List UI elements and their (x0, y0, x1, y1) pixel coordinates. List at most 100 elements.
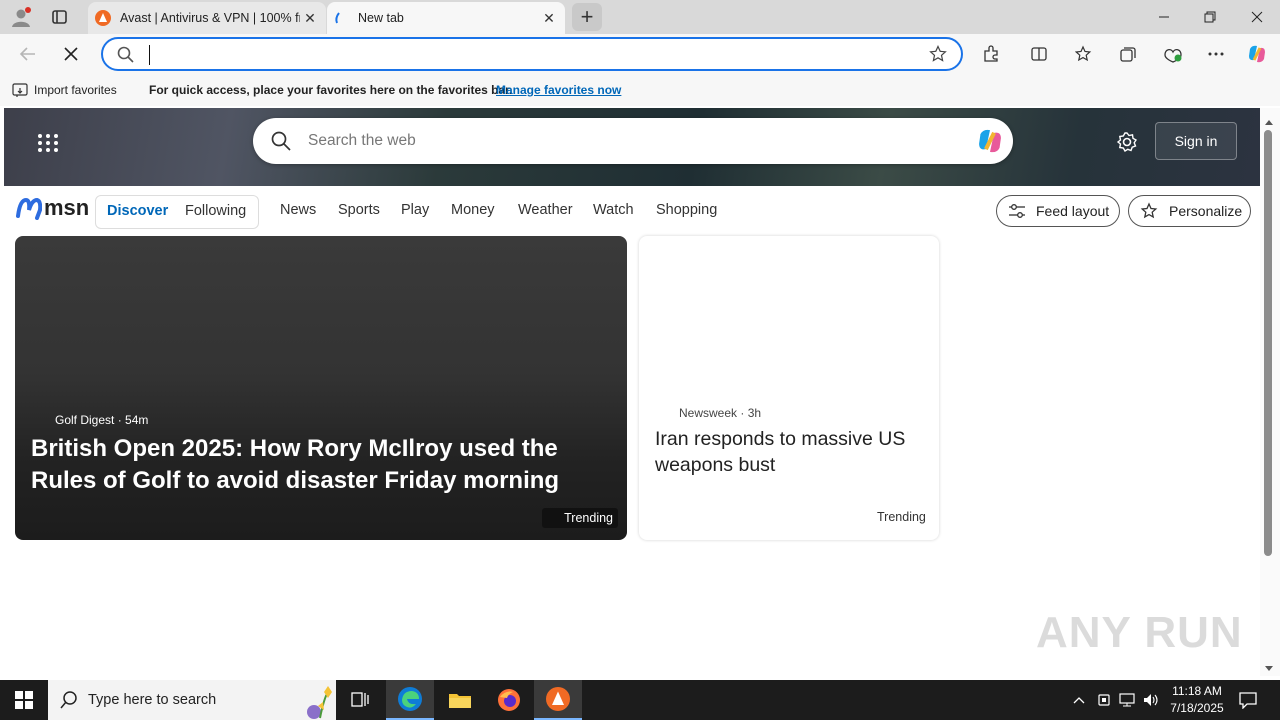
sliders-icon (1008, 203, 1026, 219)
close-window-button[interactable] (1234, 0, 1280, 34)
card-age: 54m (125, 413, 149, 427)
new-tab-button[interactable]: + (572, 3, 602, 31)
feed-segment-control: Discover Following (95, 195, 259, 229)
avast-favicon-icon (95, 10, 111, 26)
address-input[interactable] (149, 45, 899, 65)
hero-background: Search the web Sign in (4, 108, 1260, 186)
taskbar-search-input[interactable]: Type here to search (88, 692, 216, 708)
card-age: 3h (747, 406, 762, 420)
trending-label: Trending (564, 511, 613, 525)
task-view-icon[interactable] (336, 680, 384, 720)
nav-shopping[interactable]: Shopping (656, 202, 717, 218)
card-age-separator: · (117, 413, 126, 427)
personalize-label: Personalize (1169, 203, 1243, 219)
apps-launcher-icon[interactable] (37, 132, 59, 159)
watermark-text: ANY RUN (1036, 608, 1243, 657)
copilot-search-icon[interactable] (975, 126, 1005, 161)
favorites-bar: Import favorites For quick access, place… (0, 74, 1280, 106)
page-scrollbar[interactable] (1260, 108, 1280, 676)
favorites-bar-message: For quick access, place your favorites h… (149, 83, 513, 97)
card-headline[interactable]: Iran responds to massive US weapons bust (655, 426, 925, 478)
windows-taskbar: Type here to search 11:18 AM 7/18/2025 (0, 680, 1280, 720)
settings-more-icon[interactable] (1205, 43, 1227, 65)
restore-button[interactable] (1187, 0, 1233, 34)
scroll-up-icon[interactable] (1264, 113, 1274, 131)
tab-discover[interactable]: Discover (107, 203, 168, 219)
web-search-box[interactable]: Search the web (253, 118, 1013, 164)
search-icon (60, 691, 78, 714)
minimize-button[interactable] (1141, 0, 1187, 34)
stop-loading-icon[interactable] (60, 43, 82, 65)
card-source: Golf Digest (55, 413, 115, 427)
profile-icon[interactable] (10, 6, 32, 28)
taskbar-file-explorer-icon[interactable] (436, 680, 484, 720)
taskbar-edge-icon[interactable] (386, 680, 434, 720)
clock-time: 11:18 AM (1172, 684, 1222, 698)
notification-center-icon[interactable] (1232, 680, 1264, 720)
msn-nav-row: msn Discover Following News Sports Play … (4, 186, 1260, 236)
clock-date: 7/18/2025 (1170, 701, 1224, 715)
trending-badge: Trending (542, 508, 618, 528)
tab-new-tab[interactable]: New tab ✕ (327, 2, 565, 34)
nav-weather[interactable]: Weather (518, 202, 573, 218)
import-favorites-button[interactable]: Import favorites (34, 83, 117, 97)
card-headline[interactable]: British Open 2025: How Rory McIlroy used… (31, 433, 616, 497)
close-tab-icon[interactable]: ✕ (541, 10, 557, 26)
extensions-icon[interactable] (980, 43, 1002, 65)
volume-icon[interactable] (1140, 680, 1162, 720)
tab-strip: Avast | Antivirus & VPN | 100% free ✕ Ne… (0, 0, 1280, 34)
nav-news[interactable]: News (280, 202, 316, 218)
sign-in-button[interactable]: Sign in (1155, 122, 1237, 160)
msn-logo[interactable]: msn (16, 195, 89, 221)
plus-icon: + (580, 4, 594, 29)
system-tray-app-icon[interactable] (1093, 680, 1115, 720)
browser-toolbar (0, 34, 1280, 74)
nav-money[interactable]: Money (451, 202, 495, 218)
trending-label: Trending (877, 510, 926, 524)
card-source-row: Newsweek · 3h (679, 406, 761, 420)
msn-logo-text: msn (44, 195, 90, 220)
show-hidden-icons-icon[interactable] (1068, 680, 1090, 720)
favorites-icon[interactable] (1073, 43, 1095, 65)
personalize-button[interactable]: Personalize (1128, 195, 1251, 227)
taskbar-firefox-icon[interactable] (485, 680, 533, 720)
address-bar[interactable] (101, 37, 963, 71)
search-icon (271, 131, 291, 156)
page-settings-icon[interactable] (1116, 131, 1138, 158)
web-search-input[interactable]: Search the web (308, 132, 416, 150)
split-screen-icon[interactable] (1028, 43, 1050, 65)
scroll-down-icon[interactable] (1264, 660, 1274, 678)
card-source: Newsweek (679, 406, 738, 420)
nav-watch[interactable]: Watch (593, 202, 634, 218)
msn-favicon-icon (333, 12, 343, 24)
network-icon[interactable] (1116, 680, 1138, 720)
feed-layout-label: Feed layout (1036, 203, 1110, 219)
import-favorites-icon[interactable] (12, 82, 28, 101)
tab-actions-icon[interactable] (50, 8, 70, 26)
collections-icon[interactable] (1117, 43, 1139, 65)
search-highlight-illustration-icon (298, 682, 336, 720)
scroll-thumb[interactable] (1264, 130, 1272, 556)
clock[interactable]: 11:18 AM 7/18/2025 (1166, 683, 1228, 717)
news-card-featured[interactable]: Golf Digest · 54m British Open 2025: How… (15, 236, 627, 540)
favorite-star-icon[interactable] (929, 45, 947, 68)
tab-following[interactable]: Following (185, 203, 246, 219)
tab-title: New tab (358, 11, 404, 25)
start-button[interactable] (0, 680, 48, 720)
copilot-icon[interactable] (1246, 43, 1268, 65)
news-card[interactable]: Newsweek · 3h Iran responds to massive U… (639, 236, 939, 540)
close-tab-icon[interactable]: ✕ (302, 10, 318, 26)
taskbar-avast-icon[interactable] (534, 680, 582, 720)
browser-essentials-icon[interactable] (1162, 43, 1184, 65)
search-icon (117, 46, 135, 69)
anyrun-watermark: ANY RUN (1036, 608, 1243, 658)
feed-layout-button[interactable]: Feed layout (996, 195, 1120, 227)
manage-favorites-link[interactable]: Manage favorites now (496, 83, 621, 97)
nav-sports[interactable]: Sports (338, 202, 380, 218)
tab-avast[interactable]: Avast | Antivirus & VPN | 100% free ✕ (88, 2, 326, 34)
msn-logo-icon (16, 196, 42, 220)
back-icon[interactable] (17, 43, 39, 65)
taskbar-search-box[interactable]: Type here to search (48, 680, 336, 720)
personalize-icon (1140, 202, 1160, 220)
nav-play[interactable]: Play (401, 202, 429, 218)
